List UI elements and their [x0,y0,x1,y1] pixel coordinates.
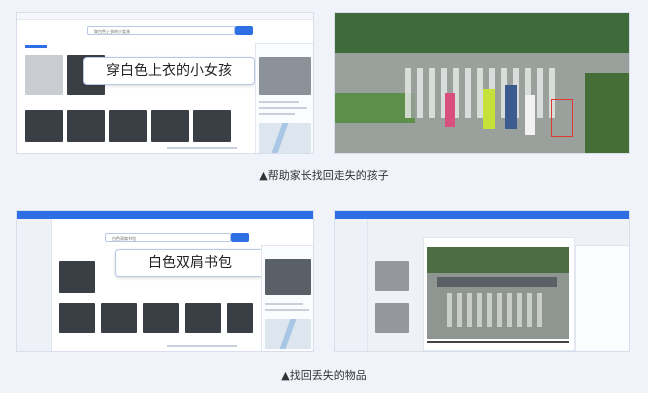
result-thumbnail[interactable] [25,110,63,142]
pedestrian [525,95,535,135]
result-thumbnail[interactable] [375,303,409,333]
pedestrian [483,89,495,129]
detail-image[interactable] [265,259,311,295]
caption-bottom: ▲找回丢失的物品 [281,369,367,382]
detail-panel [575,245,629,351]
breadcrumb [17,13,313,20]
detail-text [265,309,309,311]
pedestrian [445,93,455,127]
sidebar[interactable] [17,219,52,351]
trees [427,247,569,273]
app-header [335,211,629,219]
result-thumbnail[interactable] [185,303,221,333]
result-thumbnail[interactable] [151,110,189,142]
result-thumbnail[interactable] [25,55,63,95]
map-view[interactable] [259,123,311,153]
result-thumbnail[interactable] [59,261,95,293]
screenshot-search-backpack: 白色双肩书包 白色双肩书包 [16,210,314,352]
map-view[interactable] [265,319,311,349]
detail-text [265,303,303,305]
result-thumbnail[interactable] [227,303,253,333]
result-thumbnail[interactable] [193,110,231,142]
detail-text [259,107,307,109]
hedge [335,13,629,53]
result-thumbnail[interactable] [109,110,147,142]
street-photo-top [334,12,630,154]
search-input[interactable]: 白色双肩书包 [105,233,231,242]
screenshot-search-child: 穿白色上衣的小女孩 穿白色上衣的小女孩 [16,12,314,154]
screenshot-video-playback [334,210,630,352]
detail-text [259,101,299,103]
grass [335,93,415,123]
video-frame[interactable] [427,247,569,339]
target-highlight-box [551,99,573,137]
app-header [17,211,313,219]
search-button[interactable] [235,26,253,35]
result-thumbnail[interactable] [67,110,105,142]
detail-image[interactable] [259,57,311,95]
crosswalk [447,293,547,327]
river [271,123,289,153]
detail-text [259,113,295,115]
result-thumbnail[interactable] [101,303,137,333]
river [279,319,297,349]
search-button[interactable] [231,233,249,242]
query-bubble: 穿白色上衣的小女孩 [83,57,255,85]
result-thumbnail[interactable] [375,261,409,291]
pedestrian [505,85,517,129]
search-input[interactable]: 穿白色上衣的小女孩 [87,26,235,35]
video-controls[interactable] [427,341,569,343]
cars [437,277,557,287]
result-thumbnail[interactable] [59,303,95,333]
pagination[interactable] [167,345,237,347]
result-tab[interactable] [25,45,47,48]
result-thumbnail[interactable] [143,303,179,333]
caption-top: ▲帮助家长找回走失的孩子 [259,169,389,182]
sidebar[interactable] [335,219,368,351]
pagination[interactable] [167,147,237,149]
tree [585,73,629,153]
query-bubble: 白色双肩书包 [115,249,265,277]
